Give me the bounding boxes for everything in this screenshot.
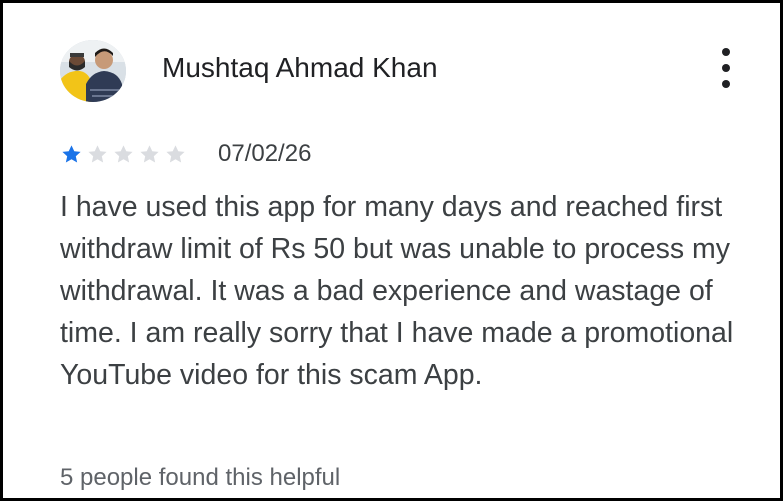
menu-dot (722, 80, 730, 88)
star-empty-icon (114, 144, 133, 162)
star-empty-icon (88, 144, 107, 162)
more-vert-icon[interactable] (710, 46, 742, 90)
menu-dot (722, 48, 730, 56)
helpful-count: 5 people found this helpful (60, 464, 341, 491)
profile-photo (60, 40, 126, 102)
star-filled-icon (62, 144, 81, 162)
review-date: 07/02/26 (218, 140, 312, 167)
star-rating (60, 143, 187, 166)
star-empty-icon (166, 144, 185, 162)
star-empty-icon (140, 144, 159, 162)
author-name: Mushtaq Ahmad Khan (162, 52, 438, 83)
menu-dot (722, 64, 730, 72)
avatar[interactable] (60, 40, 126, 102)
rating-row: 07/02/26 (60, 139, 311, 169)
review-text: I have used this app for many days and r… (60, 191, 734, 391)
review-card: Mushtaq Ahmad Khan 07/02/26 I have used … (0, 0, 783, 501)
